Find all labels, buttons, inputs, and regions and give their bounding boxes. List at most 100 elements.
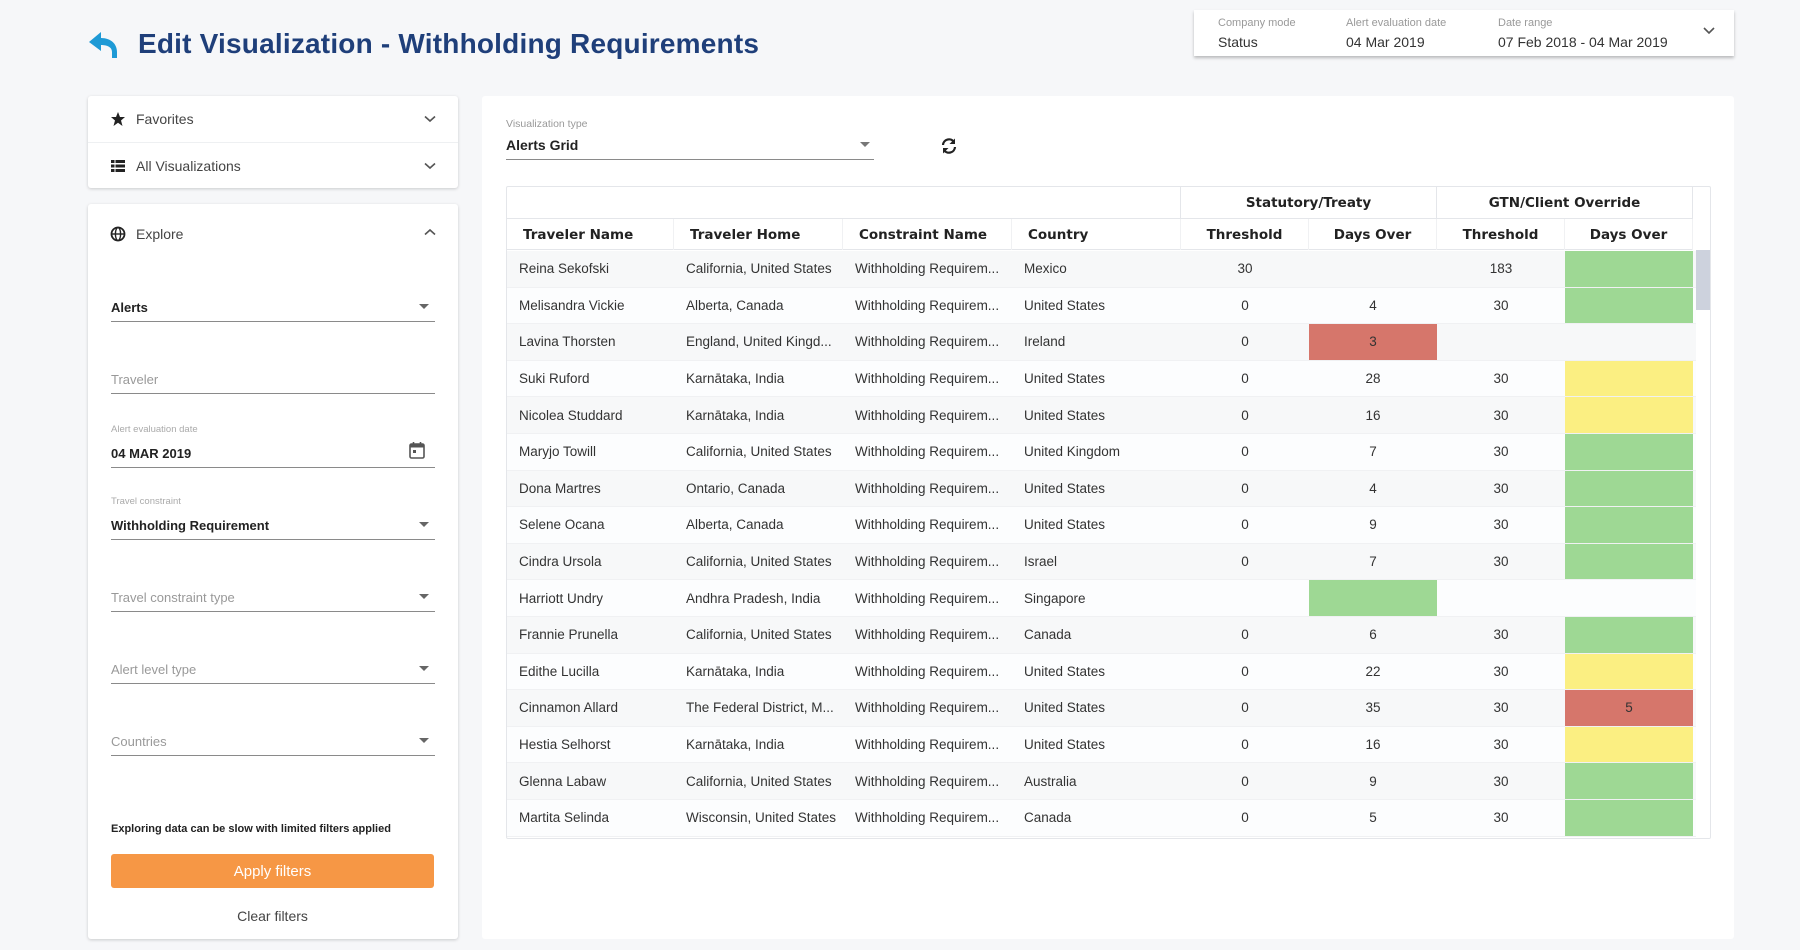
table-row[interactable]: Dona Martres Ontario, Canada Withholding… — [507, 470, 1697, 508]
table-row[interactable]: Martita Selinda Wisconsin, United States… — [507, 799, 1697, 837]
clear-filters-button[interactable]: Clear filters — [111, 904, 434, 928]
visualization-type-label: Visualization type — [506, 118, 588, 130]
header-group-override: GTN/Client Override — [1437, 187, 1693, 219]
cell-statutory-days-over: 16 — [1365, 737, 1381, 753]
cell-traveler-name: Cinnamon Allard — [519, 700, 619, 716]
cell-traveler-home: California, United States — [686, 444, 832, 460]
calendar-icon[interactable] — [409, 441, 425, 459]
table-row[interactable]: Maryjo Towill California, United States … — [507, 433, 1697, 471]
cell-override-days-over — [1565, 324, 1693, 360]
cell-traveler-home: California, United States — [686, 627, 832, 643]
cell-country: Israel — [1024, 554, 1058, 570]
travel-constraint-type-select[interactable]: Travel constraint type — [111, 570, 435, 612]
table-row[interactable]: Glenna Labaw California, United States W… — [507, 763, 1697, 800]
col-traveler-name[interactable]: Traveler Name — [507, 219, 674, 250]
table-row[interactable]: Cindra Ursola California, United States … — [507, 543, 1697, 581]
traveler-placeholder: Traveler — [111, 372, 159, 387]
cell-traveler-home: Wisconsin, United States — [686, 810, 837, 826]
alert-level-type-select[interactable]: Alert level type — [111, 642, 435, 684]
cell-override-days-over — [1565, 287, 1693, 324]
col-constraint-name[interactable]: Constraint Name — [843, 219, 1012, 250]
table-row[interactable]: Selene Ocana Alberta, Canada Withholding… — [507, 507, 1697, 544]
date-range-value: 07 Feb 2018 - 04 Mar 2019 — [1498, 33, 1668, 50]
alert-date-label: Alert evaluation date — [1346, 16, 1447, 29]
cell-constraint-name: Withholding Requirem... — [855, 590, 1000, 606]
caret-down-icon — [419, 594, 429, 599]
refresh-icon[interactable] — [940, 137, 958, 155]
table-row[interactable]: Cinnamon Allard The Federal District, M.… — [507, 690, 1697, 727]
cell-traveler-home: California, United States — [686, 261, 832, 277]
cell-traveler-name: Harriott Undry — [519, 590, 604, 606]
cell-country: United States — [1024, 371, 1106, 387]
cell-country: Canada — [1024, 627, 1072, 643]
travel-constraint-value: Withholding Requirement — [111, 518, 270, 533]
grid-scrollbar[interactable] — [1696, 250, 1710, 838]
countries-select[interactable]: Countries — [111, 714, 435, 756]
cell-traveler-home: Karnātaka, India — [686, 371, 785, 387]
header-group-statutory: Statutory/Treaty — [1181, 187, 1437, 219]
alert-date-input[interactable]: Alert evaluation date 04 MAR 2019 — [111, 424, 435, 468]
cell-traveler-name: Frannie Prunella — [519, 627, 619, 643]
table-row[interactable]: Lavina Thorsten England, United Kingd...… — [507, 324, 1697, 361]
cell-statutory-threshold: 0 — [1241, 663, 1249, 679]
cell-override-threshold: 30 — [1493, 554, 1509, 570]
cell-traveler-name: Cindra Ursola — [519, 554, 602, 570]
nav-all-visualizations-label: All Visualizations — [136, 157, 241, 174]
filter-warning: Exploring data can be slow with limited … — [111, 823, 391, 835]
col-override-days-over[interactable]: Days Over — [1565, 219, 1693, 250]
apply-filters-button[interactable]: Apply filters — [111, 854, 434, 888]
explore-header[interactable]: Explore — [88, 204, 458, 264]
table-row[interactable]: Nicolea Studdard Karnātaka, India Withho… — [507, 397, 1697, 434]
visualization-type-select[interactable]: Visualization type Alerts Grid — [506, 118, 874, 160]
cell-traveler-home: Alberta, Canada — [686, 517, 784, 533]
cell-override-days-over — [1565, 799, 1693, 836]
caret-down-icon — [860, 142, 870, 147]
table-row[interactable]: Melisandra Vickie Alberta, Canada Withho… — [507, 287, 1697, 325]
chevron-down-icon[interactable] — [424, 115, 436, 123]
col-statutory-threshold[interactable]: Threshold — [1181, 219, 1309, 250]
cell-traveler-home: California, United States — [686, 773, 832, 789]
caret-down-icon — [419, 738, 429, 743]
chevron-down-icon[interactable] — [1702, 26, 1716, 36]
cell-override-days-over: 5 — [1565, 690, 1693, 726]
grid-rows: Reina Sekofski California, United States… — [507, 251, 1697, 837]
cell-override-threshold: 30 — [1493, 810, 1509, 826]
col-country[interactable]: Country — [1012, 219, 1181, 250]
table-row[interactable]: Edithe Lucilla Karnātaka, India Withhold… — [507, 653, 1697, 691]
cell-override-threshold: 30 — [1493, 444, 1509, 460]
cell-country: United States — [1024, 297, 1106, 313]
visualization-type-value: Alerts Grid — [506, 137, 579, 153]
cell-traveler-name: Suki Ruford — [519, 371, 590, 387]
nav-all-visualizations[interactable]: All Visualizations — [88, 142, 458, 188]
cell-traveler-home: England, United Kingd... — [686, 334, 832, 350]
header-group-row: Statutory/Treaty GTN/Client Override — [507, 187, 1693, 219]
col-traveler-home[interactable]: Traveler Home — [674, 219, 843, 250]
col-override-threshold[interactable]: Threshold — [1437, 219, 1565, 250]
table-row[interactable]: Harriott Undry Andhra Pradesh, India Wit… — [507, 580, 1697, 617]
table-row[interactable]: Frannie Prunella California, United Stat… — [507, 616, 1697, 654]
chevron-up-icon[interactable] — [424, 228, 436, 236]
cell-constraint-name: Withholding Requirem... — [855, 700, 1000, 716]
cell-statutory-days-over: 7 — [1369, 554, 1377, 570]
header-group-blank — [507, 187, 1181, 219]
list-icon — [111, 159, 125, 172]
table-row[interactable]: Hestia Selhorst Karnātaka, India Withhol… — [507, 726, 1697, 764]
col-statutory-days-over[interactable]: Days Over — [1309, 219, 1437, 250]
cell-country: United States — [1024, 700, 1106, 716]
grid-scrollbar-thumb[interactable] — [1696, 250, 1710, 310]
cell-override-days-over — [1565, 616, 1693, 653]
cell-traveler-name: Reina Sekofski — [519, 261, 610, 277]
cell-traveler-home: Karnātaka, India — [686, 737, 785, 753]
data-source-select[interactable]: Alerts — [111, 282, 435, 322]
traveler-input[interactable]: Traveler — [111, 352, 435, 394]
nav-favorites[interactable]: Favorites — [88, 96, 458, 142]
cell-traveler-home: Karnātaka, India — [686, 407, 785, 423]
table-row[interactable]: Reina Sekofski California, United States… — [507, 251, 1697, 288]
travel-constraint-select[interactable]: Travel constraint Withholding Requiremen… — [111, 496, 435, 540]
chevron-down-icon[interactable] — [424, 162, 436, 170]
cell-override-threshold — [1437, 324, 1565, 360]
alert-evaluation-date: Alert evaluation date 04 Mar 2019 — [1346, 10, 1498, 56]
context-bar[interactable]: Company mode Status Alert evaluation dat… — [1194, 10, 1734, 56]
table-row[interactable]: Suki Ruford Karnātaka, India Withholding… — [507, 360, 1697, 398]
reply-arrow-icon[interactable] — [87, 30, 121, 60]
